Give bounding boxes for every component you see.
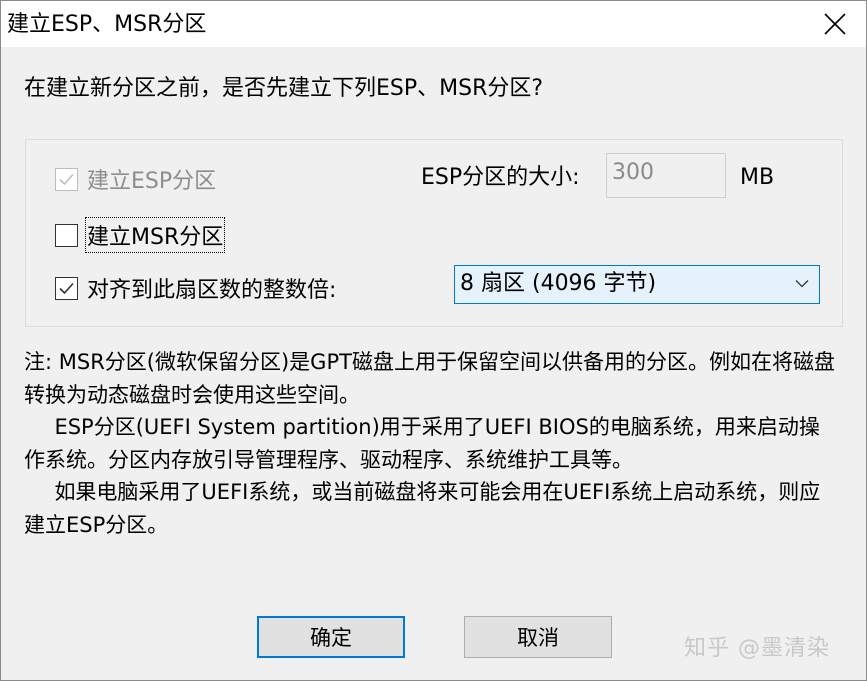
msr-checkbox-row[interactable]: 建立MSR分区	[55, 217, 226, 253]
dialog-prompt: 在建立新分区之前，是否先建立下列ESP、MSR分区?	[24, 76, 544, 101]
checkmark-icon	[59, 173, 74, 185]
close-button[interactable]	[810, 3, 860, 45]
chevron-down-icon	[795, 280, 809, 288]
note-line-msr: 注: MSR分区(微软保留分区)是GPT磁盘上用于保留空间以供备用的分区。例如在…	[24, 350, 835, 407]
ok-button[interactable]: 确定	[257, 616, 405, 658]
align-checkbox-label[interactable]: 对齐到此扇区数的整数倍:	[87, 272, 336, 304]
esp-checkbox	[55, 167, 78, 191]
esp-size-input: 300	[606, 153, 726, 198]
esp-size-label: ESP分区的大小:	[421, 165, 580, 190]
align-checkbox-row[interactable]: 对齐到此扇区数的整数倍:	[55, 272, 336, 304]
close-icon	[824, 13, 846, 35]
note-line-esp: ESP分区(UEFI System partition)用于采用了UEFI BI…	[24, 415, 820, 472]
note-text: 注: MSR分区(微软保留分区)是GPT磁盘上用于保留空间以供备用的分区。例如在…	[24, 346, 836, 541]
title-bar[interactable]: 建立ESP、MSR分区	[1, 1, 866, 47]
cancel-button[interactable]: 取消	[464, 616, 612, 658]
alignment-select[interactable]: 8 扇区 (4096 字节)	[454, 265, 820, 304]
esp-size-unit: MB	[740, 165, 775, 190]
esp-checkbox-label: 建立ESP分区	[87, 169, 217, 194]
note-line-uefi: 如果电脑采用了UEFI系统，或当前磁盘将来可能会用在UEFI系统上启动系统，则应…	[24, 480, 821, 537]
align-checkbox[interactable]	[55, 276, 78, 300]
checkmark-icon	[59, 282, 74, 294]
msr-checkbox-label[interactable]: 建立MSR分区	[84, 217, 226, 253]
window-title: 建立ESP、MSR分区	[7, 12, 207, 37]
watermark: 知乎 @墨清染	[684, 636, 830, 661]
esp-checkbox-row: 建立ESP分区	[55, 163, 216, 195]
alignment-select-value: 8 扇区 (4096 字节)	[460, 271, 657, 296]
msr-checkbox[interactable]	[55, 223, 78, 247]
